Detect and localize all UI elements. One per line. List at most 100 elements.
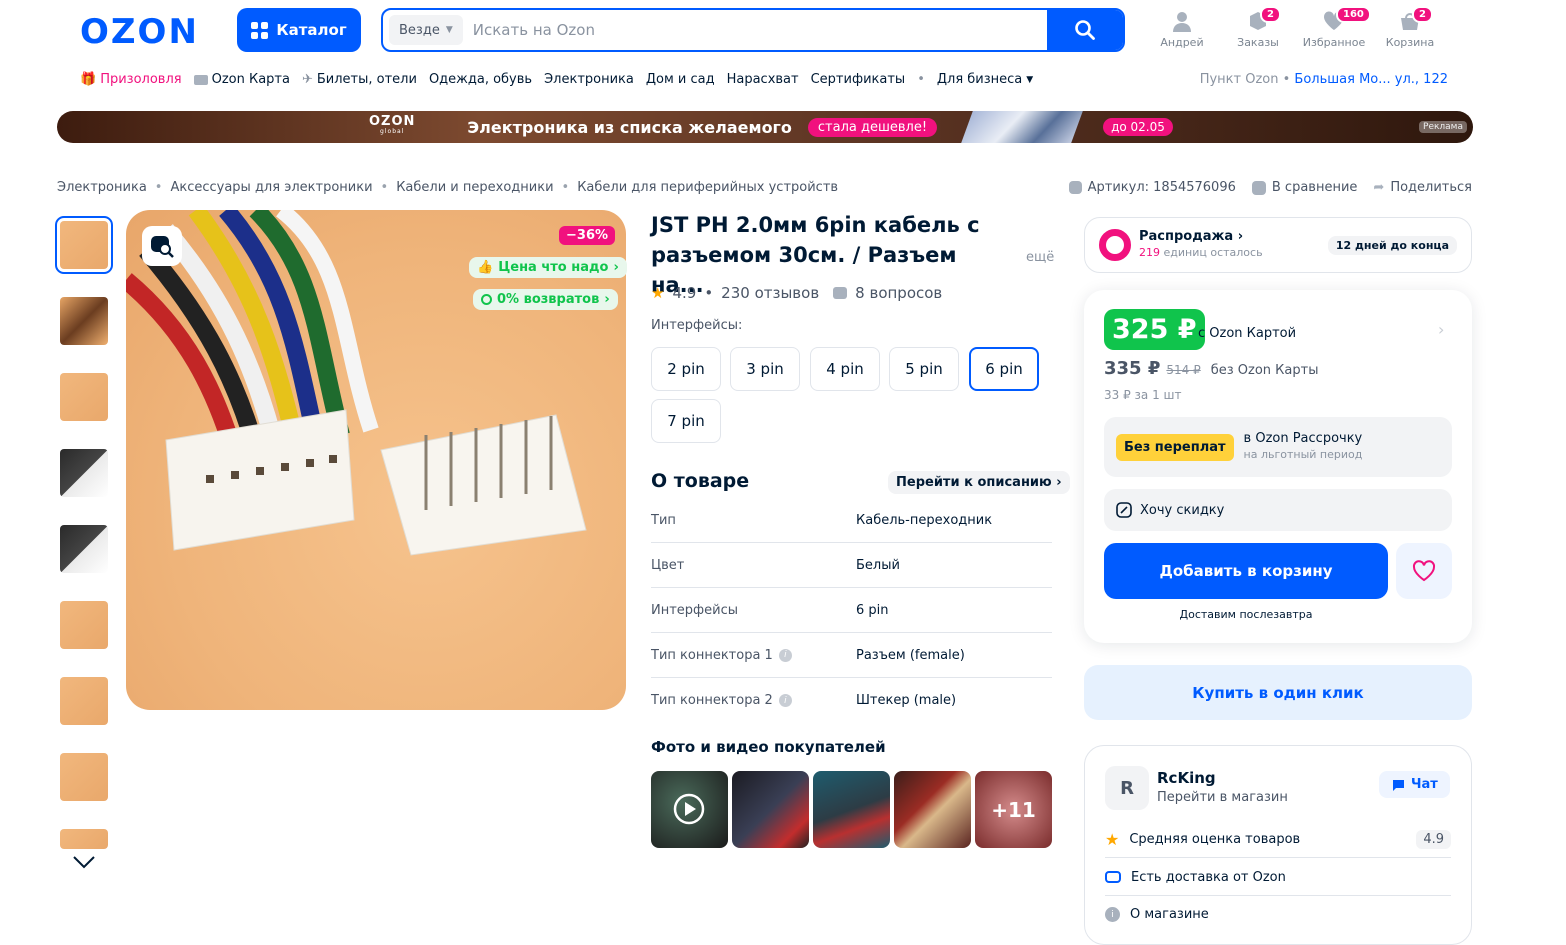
plane-icon: ✈ [301,72,313,87]
gallery-thumbnail[interactable] [60,525,108,573]
questions-link[interactable]: 8 вопросов [855,284,942,302]
gallery-thumbnail[interactable] [60,753,108,801]
ozon-card-price: 325 ₽ [1104,309,1205,350]
discount-icon [1116,502,1132,518]
seller-about-row[interactable]: i О магазине [1105,896,1451,933]
banner-text: Электроника из списка желаемого [467,117,792,137]
customer-video[interactable] [651,771,728,848]
search-input[interactable] [462,10,1047,50]
customer-photos-more[interactable]: +11 [975,771,1052,848]
image-search-icon [151,236,174,258]
goto-store-link[interactable]: Перейти в магазин [1157,788,1288,808]
header-orders[interactable]: 2 Заказы [1223,6,1293,49]
add-to-favorites-button[interactable] [1396,543,1452,599]
search-scope-label: Везде [399,22,440,38]
nav-item-home[interactable]: Дом и сад [646,72,715,87]
breadcrumb-item[interactable]: Электроника [57,180,147,195]
customer-photo[interactable] [813,771,890,848]
title-more-link[interactable]: ещё [1026,250,1054,265]
visual-search-button[interactable] [142,226,182,266]
share-button[interactable]: ➦ Поделиться [1373,180,1472,195]
seller-avatar[interactable]: R [1105,766,1149,810]
variant-6-pin[interactable]: 6 pin [969,347,1039,391]
variant-7-pin[interactable]: 7 pin [651,399,721,443]
add-to-cart-button[interactable]: Добавить в корзину [1104,543,1388,599]
header-cart[interactable]: 2 Корзина [1375,6,1445,49]
nav-item-trending[interactable]: Нарасхват [727,72,799,87]
chevron-down-icon [73,856,95,869]
banner-phones-image [961,111,1083,143]
breadcrumb-item[interactable]: Кабели и переходники [396,180,553,195]
article-number[interactable]: Артикул: 1854576096 [1068,180,1236,195]
nav-item-electronics[interactable]: Электроника [544,72,634,87]
old-price: 514 ₽ [1166,363,1201,377]
tag-returns[interactable]: 0% возвратов › [473,289,618,310]
gallery-thumbnail[interactable] [60,677,108,725]
header-favorites[interactable]: 160 Избранное [1299,6,1371,49]
gift-icon: 🎁 [80,72,97,87]
seller-name-block[interactable]: RcKing Перейти в магазин [1157,768,1288,808]
installment-sub: на льготный период [1243,448,1363,461]
info-icon[interactable]: i [778,694,792,707]
nav-item-card[interactable]: Ozon Карта [193,72,290,87]
search-button[interactable] [1047,10,1123,50]
chat-icon [1392,779,1404,791]
customer-photo[interactable] [732,771,809,848]
variant-5-pin[interactable]: 5 pin [889,347,959,391]
sale-block[interactable]: Распродажа › 219 единиц осталось 12 дней … [1084,217,1472,273]
copy-icon [1068,181,1082,194]
gallery-thumbnail[interactable] [60,601,108,649]
catalog-grid-icon [251,21,269,39]
regular-price-row: 335 ₽ 514 ₽ без Ozon Карты [1104,358,1318,379]
nav-item-certificates[interactable]: Сертификаты [811,72,906,87]
discount-badge: −36% [559,226,616,245]
breadcrumb-item[interactable]: Аксессуары для электроники [170,180,372,195]
nav-item-tickets[interactable]: ✈ Билеты, отели [302,72,417,87]
product-main-image[interactable] [126,210,626,710]
play-icon [673,793,705,825]
gallery-thumbnail[interactable] [55,216,113,274]
rating-value[interactable]: 4.9 [672,284,696,302]
variant-3-pin[interactable]: 3 pin [730,347,800,391]
catalog-button[interactable]: Каталог [237,8,361,52]
chat-button[interactable]: Чат [1379,771,1450,798]
promo-banner[interactable]: OZON global Электроника из списка желаемо… [57,111,1473,143]
card-icon [193,74,208,85]
gallery-scroll-down[interactable] [72,854,96,874]
ozon-logo[interactable]: OZON [80,12,199,52]
pickup-address: Большая Мо... ул., 122 [1294,72,1448,87]
search-scope-select[interactable]: Везде ▼ [389,15,463,45]
search-bar: Везде ▼ [381,8,1125,52]
info-icon: i [1105,907,1120,922]
reviews-link[interactable]: 230 отзывов [721,284,819,302]
ad-label: Реклама [1419,121,1467,133]
gallery-thumbnail[interactable] [60,829,108,849]
nav-item-clothes[interactable]: Одежда, обувь [429,72,532,87]
installment-badge: Без переплат [1116,433,1234,461]
variant-2-pin[interactable]: 2 pin [651,347,721,391]
chevron-right-icon[interactable]: › [1438,320,1444,339]
banner-logo: OZON global [369,114,416,135]
want-discount-button[interactable]: Хочу скидку [1104,489,1452,531]
buy-one-click-button[interactable]: Купить в один клик [1084,665,1472,720]
pickup-point[interactable]: Пункт Ozon • Большая Мо... ул., 122 [1200,72,1448,87]
gallery-thumbnail[interactable] [60,373,108,421]
compare-button[interactable]: В сравнение [1251,180,1357,195]
orders-badge: 2 [1260,6,1281,23]
interfaces-label: Интерфейсы: [651,318,743,333]
goto-description-button[interactable]: Перейти к описанию › [888,471,1070,494]
variant-4-pin[interactable]: 4 pin [810,347,880,391]
tag-good-price[interactable]: 👍 Цена что надо › [469,257,627,278]
thumbs-up-icon: 👍 [477,260,494,275]
nav-item-business[interactable]: Для бизнеса ▼ [937,72,1033,87]
gallery-thumbnail[interactable] [60,297,108,345]
header-profile-label: Андрей [1160,36,1204,49]
header-profile[interactable]: Андрей [1147,10,1217,49]
customer-photo[interactable] [894,771,971,848]
about-title: О товаре [651,470,750,492]
installment-block[interactable]: Без переплат в Ozon Рассрочку на льготный… [1104,417,1452,477]
nav-item-prizes[interactable]: 🎁 Призоловля [80,72,182,87]
info-icon[interactable]: i [778,648,792,662]
gallery-thumbnail[interactable] [60,449,108,497]
breadcrumb-item[interactable]: Кабели для периферийных устройств [577,180,838,195]
